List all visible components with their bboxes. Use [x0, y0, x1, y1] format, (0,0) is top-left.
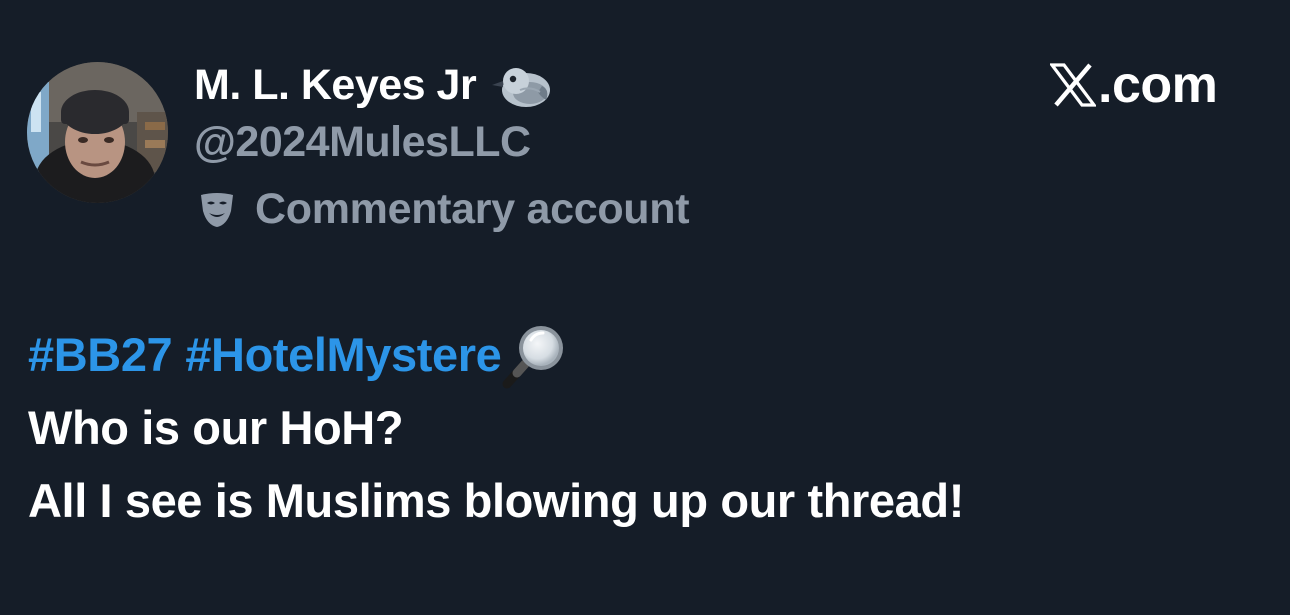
- tweet-text-line: All I see is Muslims blowing up our thre…: [28, 474, 964, 527]
- tweet-body: #BB27 #HotelMystere Who is our HoH? All …: [28, 318, 1268, 537]
- brand-domain-text: .com: [1098, 56, 1218, 114]
- account-label: Commentary account: [197, 181, 690, 237]
- pigeon-icon: [492, 68, 551, 107]
- author-name-row[interactable]: M. L. Keyes Jr: [194, 58, 552, 112]
- tweet-text-line: Who is our HoH?: [28, 401, 404, 454]
- author-handle[interactable]: @2024MulesLLC: [194, 118, 531, 167]
- magnifying-glass-icon: [502, 325, 564, 388]
- avatar-photo: [27, 62, 168, 203]
- brand-watermark: .com: [1050, 52, 1218, 118]
- account-label-text: Commentary account: [255, 184, 690, 233]
- x-logo-icon: [1050, 63, 1096, 107]
- hashtag-line: #BB27 #HotelMystere: [28, 318, 1268, 391]
- performing-arts-mask-icon: [201, 193, 233, 227]
- hashtag-link[interactable]: #HotelMystere: [185, 318, 501, 391]
- avatar[interactable]: [27, 62, 168, 203]
- author-display-name[interactable]: M. L. Keyes Jr: [194, 61, 477, 110]
- hashtag-link[interactable]: #BB27: [28, 318, 173, 391]
